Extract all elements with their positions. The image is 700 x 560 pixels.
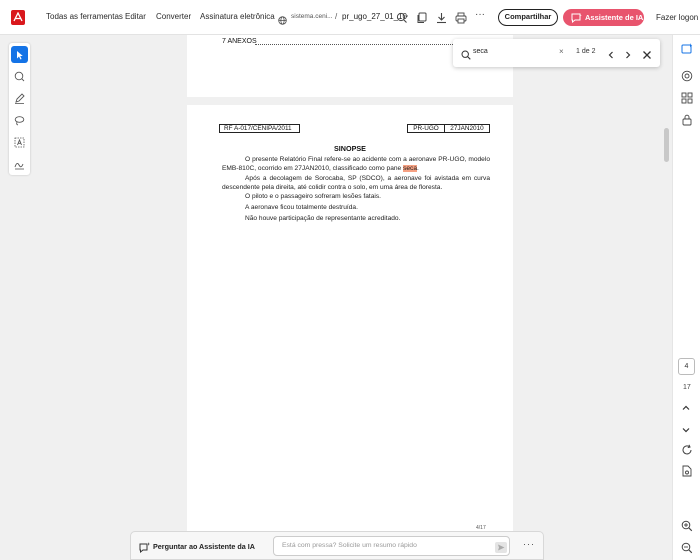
ai-chat-icon[interactable]: [681, 42, 693, 60]
paragraph-text: O presente Relatório Final refere-se ao …: [222, 156, 490, 172]
left-tool-palette: [9, 43, 30, 175]
document-domain[interactable]: sistema.ceni...: [291, 13, 333, 20]
menu-convert[interactable]: Converter: [156, 12, 191, 21]
ai-assistant-bar: Perguntar ao Assistente da IA Está com p…: [130, 531, 544, 560]
close-search-icon[interactable]: [642, 47, 652, 65]
acrobat-logo-icon[interactable]: [11, 10, 25, 25]
lock-icon[interactable]: [681, 113, 693, 131]
page-settings-icon[interactable]: [681, 464, 693, 482]
text-recognition-icon[interactable]: [11, 134, 28, 151]
login-link[interactable]: Fazer logon: [656, 13, 698, 22]
synopsis-paragraph-1: O presente Relatório Final refere-se ao …: [222, 156, 490, 173]
more-options-icon[interactable]: ···: [475, 9, 485, 20]
page-down-icon[interactable]: [681, 422, 691, 440]
top-toolbar: Todas as ferramentas Editar Converter As…: [0, 0, 700, 35]
print-icon[interactable]: [455, 11, 467, 29]
paragraph-text-end: .: [417, 164, 419, 172]
total-pages: 17: [683, 384, 691, 391]
toc-line-annexos: 7 ANEXOS: [222, 38, 257, 45]
next-match-icon[interactable]: [624, 47, 632, 65]
ai-more-options-icon[interactable]: ···: [523, 539, 535, 549]
lasso-icon[interactable]: [11, 112, 28, 129]
search-input[interactable]: seca: [473, 48, 488, 55]
right-rail: [672, 35, 700, 560]
thumbnails-icon[interactable]: [681, 91, 693, 109]
document-page-4: RF A-017/CENIPA/2011 PR-UGO 27JAN2010 SI…: [187, 105, 513, 560]
report-number-box: RF A-017/CENIPA/2011: [219, 124, 300, 133]
match-count: 1 de 2: [576, 48, 596, 55]
toc-leader-dots: [255, 38, 453, 45]
find-panel: seca × 1 de 2: [453, 39, 660, 67]
ai-assistant-button[interactable]: Assistente de IA: [563, 9, 644, 26]
download-icon[interactable]: [436, 11, 447, 29]
path-separator: /: [335, 12, 338, 21]
synopsis-paragraph-5: Não houve participação de representante …: [245, 215, 401, 222]
menu-all-tools[interactable]: Todas as ferramentas: [46, 12, 123, 21]
globe-icon: [278, 12, 287, 30]
zoom-in-icon[interactable]: [681, 519, 693, 537]
pen-icon[interactable]: [11, 90, 28, 107]
select-tool-icon[interactable]: [11, 46, 28, 63]
search-icon: [461, 47, 471, 65]
comments-panel-icon[interactable]: [681, 69, 693, 87]
comment-icon[interactable]: [11, 68, 28, 85]
ask-ai-assistant-label[interactable]: Perguntar ao Assistente da IA: [153, 542, 255, 551]
ai-prompt-input[interactable]: Está com pressa? Solicite um resumo rápi…: [273, 536, 510, 556]
menu-edit[interactable]: Editar: [125, 12, 146, 21]
copy-icon[interactable]: [416, 11, 427, 29]
sign-icon[interactable]: [11, 156, 28, 173]
menu-e-signature[interactable]: Assinatura eletrônica: [200, 12, 275, 21]
clear-search-icon[interactable]: ×: [559, 47, 564, 56]
synopsis-paragraph-3: O piloto e o passageiro sofreram lesões …: [245, 193, 381, 200]
rotate-icon[interactable]: [681, 443, 693, 461]
search-highlight: seca: [403, 164, 417, 172]
share-button[interactable]: Compartilhar: [498, 9, 558, 26]
ai-assistant-icon: [139, 540, 150, 558]
section-title: SINOPSE: [334, 144, 366, 153]
synopsis-paragraph-2: Após a decolagem de Sorocaba, SP (SDCO),…: [222, 175, 490, 191]
ai-assistant-label: Assistente de IA: [585, 13, 644, 22]
previous-match-icon[interactable]: [607, 47, 615, 65]
current-page-input[interactable]: 4: [678, 358, 695, 375]
aircraft-registration-box: PR-UGO: [407, 124, 445, 133]
synopsis-paragraph-4: A aeronave ficou totalmente destruída.: [245, 204, 358, 211]
send-icon[interactable]: [495, 540, 507, 558]
page-up-icon[interactable]: [681, 400, 691, 418]
scrollbar-thumb[interactable]: [664, 128, 669, 162]
search-zoom-icon[interactable]: [396, 11, 409, 29]
accident-date-box: 27JAN2010: [444, 124, 490, 133]
zoom-out-icon[interactable]: [681, 541, 693, 559]
